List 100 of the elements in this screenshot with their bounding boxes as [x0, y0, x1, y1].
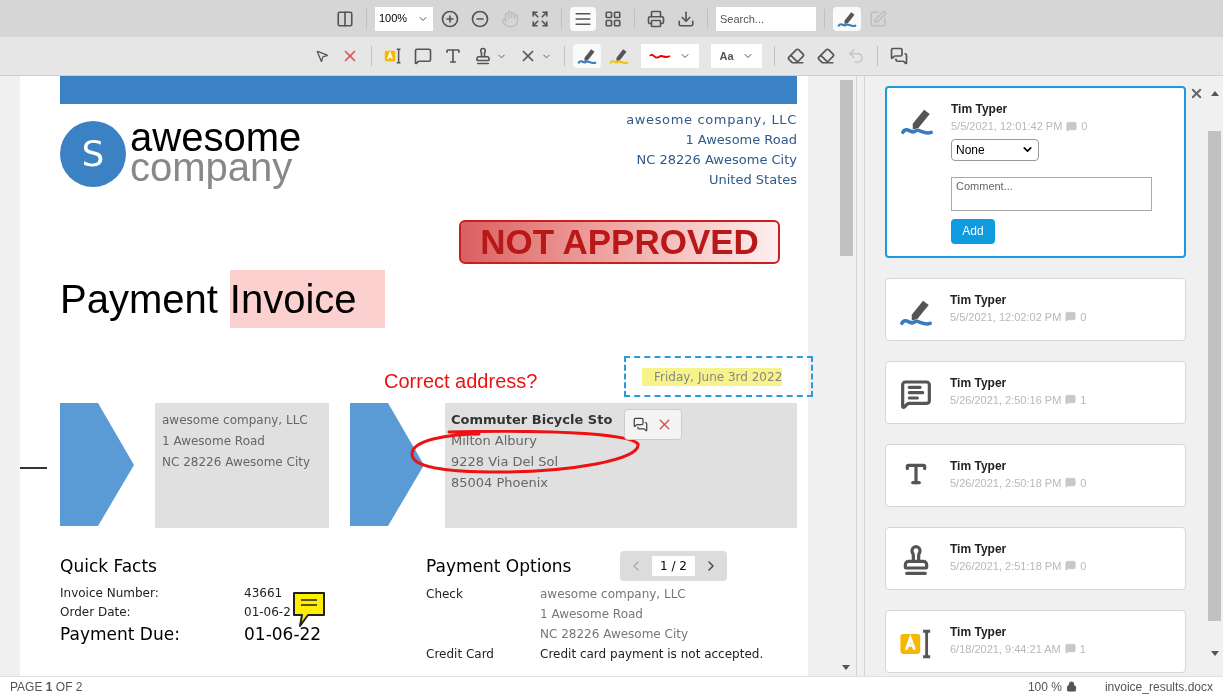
text-highlight-icon — [384, 47, 403, 65]
printer-icon — [647, 9, 665, 28]
fact-label: Order Date: — [60, 603, 132, 621]
ink-circle-annotation[interactable] — [409, 430, 641, 474]
section-heading: Quick Facts — [60, 555, 158, 578]
address-line: 85004 Phoenix — [451, 474, 549, 492]
address-line: awesome company, LLC — [626, 111, 797, 129]
toolbar-button[interactable] — [833, 6, 861, 31]
scroll-down-icon[interactable] — [842, 665, 850, 670]
zoom-level: 100 % — [1027, 678, 1062, 696]
fact-value: 01-06-22 — [244, 622, 322, 646]
stamp-annotation[interactable]: NOT APPROVED — [459, 220, 780, 264]
reply-count: 0 — [1080, 558, 1087, 574]
grid-icon — [604, 9, 622, 28]
toolbar-button[interactable] — [570, 6, 596, 31]
timestamp: 5/26/2021, 2:50:18 PM — [950, 475, 1062, 491]
reply-count-icon — [1065, 560, 1077, 572]
download-icon — [677, 9, 695, 28]
pointer-icon — [315, 49, 330, 63]
address-line: NC 28226 Awesome City — [636, 151, 797, 169]
close-icon[interactable] — [1189, 86, 1204, 101]
hand-icon — [501, 9, 519, 28]
squiggle-icon — [649, 51, 672, 61]
annotation-card[interactable]: Tim Typer 5/26/2021, 2:50:18 PM 0 — [885, 443, 1186, 507]
comments-icon — [889, 47, 908, 65]
reply-count-icon — [1065, 311, 1077, 323]
reply-count: 0 — [1081, 119, 1088, 134]
eraser-icon — [816, 47, 835, 65]
page-indicator: 1 / 2 — [652, 556, 695, 576]
speech-bubble-icon — [414, 47, 433, 65]
comment-field[interactable]: Comment... — [951, 176, 1152, 211]
scroll-up-icon[interactable] — [1210, 91, 1219, 96]
sticky-note-icon[interactable] — [292, 591, 326, 628]
expand-icon — [531, 9, 549, 28]
scrollbar-thumb[interactable] — [839, 80, 853, 256]
file-name: invoice_results.docx — [1104, 678, 1213, 696]
address-line: 9228 Via Del Sol — [451, 453, 559, 471]
timestamp: 6/18/2021, 9:44:21 AM — [950, 641, 1061, 657]
reply-count: 0 — [1080, 475, 1087, 491]
reply-count: 1 — [1079, 641, 1086, 657]
author-name: Tim Typer — [950, 623, 1008, 641]
stamp-icon — [474, 47, 493, 65]
fact-value: 01-06-2 — [244, 603, 291, 621]
option-text: awesome company, LLC — [540, 585, 687, 603]
text-icon — [444, 47, 463, 65]
timestamp: 5/26/2021, 2:50:16 PM — [950, 392, 1062, 408]
reply-count-icon — [1066, 120, 1078, 132]
highlighted-title: Invoice — [229, 270, 385, 328]
lock-icon — [1065, 681, 1077, 692]
annotation-card[interactable]: Tim Typer 5/5/2021, 12:02:02 PM 0 — [885, 277, 1186, 341]
reply-count: 0 — [1080, 309, 1087, 325]
eraser-icon — [786, 47, 805, 65]
author-name: Tim Typer — [950, 374, 1008, 392]
author-name: Tim Typer — [951, 101, 1009, 118]
address-line: 1 Awesome Road — [162, 433, 266, 450]
reply-count-icon — [1064, 643, 1076, 655]
toolbar-button[interactable] — [573, 44, 602, 68]
timestamp: 5/5/2021, 12:02:02 PM — [950, 309, 1062, 325]
status-select[interactable]: None — [951, 138, 1039, 161]
reply-count: 1 — [1080, 392, 1087, 408]
comments-icon[interactable] — [633, 417, 648, 432]
author-name: Tim Typer — [950, 457, 1008, 475]
zoom-select[interactable]: 100% — [375, 6, 433, 31]
free-text-annotation[interactable]: Correct address? — [384, 366, 538, 396]
reply-count-icon — [1065, 394, 1077, 406]
annotation-card[interactable]: Tim Typer 5/5/2021, 12:01:42 PM 0 None Comment... Add — [885, 86, 1186, 258]
annotation-card[interactable]: Tim Typer 5/26/2021, 2:50:16 PM 1 — [885, 360, 1186, 424]
font-select[interactable]: Aa — [711, 44, 762, 68]
timestamp: 5/5/2021, 12:01:42 PM — [951, 119, 1063, 134]
page-status: PAGE 1 OF 2 — [10, 678, 83, 696]
author-name: Tim Typer — [950, 291, 1008, 309]
annotation-card[interactable]: Tim Typer 6/18/2021, 9:44:21 AM 1 — [885, 609, 1186, 673]
reply-count-icon — [1065, 477, 1077, 489]
search-field[interactable]: Search... — [716, 6, 816, 31]
page-edge-line — [20, 467, 47, 469]
scrollbar-thumb[interactable] — [1208, 131, 1221, 621]
option-text: NC 28226 Awesome City — [540, 625, 689, 643]
author-name: Tim Typer — [950, 540, 1008, 558]
invoice-title: Payment — [60, 276, 218, 323]
fact-label: Payment Due: — [60, 622, 181, 646]
section-heading: Payment Options — [426, 555, 572, 578]
zoom-out-icon — [471, 9, 489, 28]
option-text: Credit card payment is not accepted. — [540, 645, 764, 663]
fact-label: Invoice Number: — [60, 584, 160, 602]
panel-icon — [336, 9, 354, 28]
undo-icon — [846, 47, 865, 65]
speech-bubble-icon — [900, 377, 932, 410]
option-text: 1 Awesome Road — [540, 605, 644, 623]
address-line: awesome company, LLC — [162, 412, 309, 429]
option-label: Credit Card — [426, 645, 495, 663]
annotation-card[interactable]: Tim Typer 5/26/2021, 2:51:18 PM 0 — [885, 526, 1186, 590]
fact-value: 43661 — [244, 584, 283, 602]
line-color-select[interactable] — [641, 44, 700, 68]
timestamp: 5/26/2021, 2:51:18 PM — [950, 558, 1062, 574]
address-line: United States — [708, 171, 797, 189]
option-label: Check — [426, 585, 464, 603]
address-line: NC 28226 Awesome City — [162, 454, 312, 471]
address-line: 1 Awesome Road — [685, 131, 797, 149]
scroll-down-icon[interactable] — [1210, 651, 1219, 656]
address-line: Commuter Bicycle Sto — [451, 411, 613, 429]
